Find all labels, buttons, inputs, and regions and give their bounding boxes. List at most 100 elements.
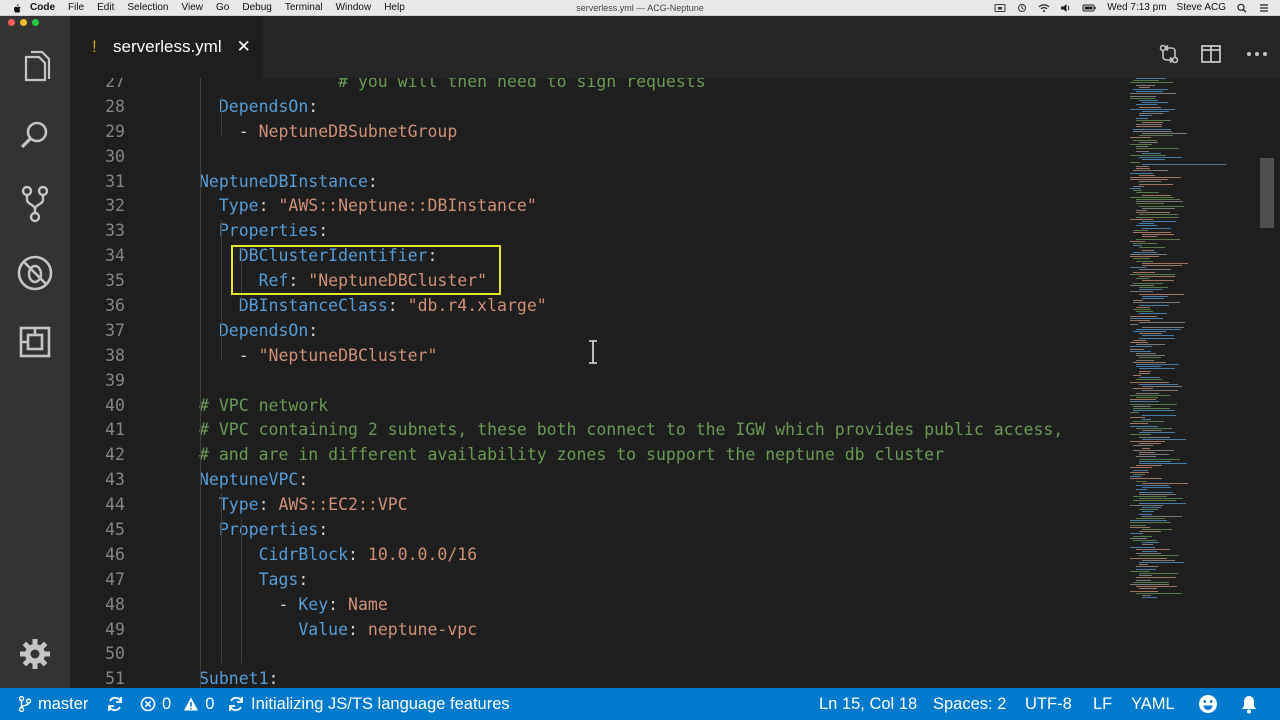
code-text[interactable]: Properties: [199, 219, 328, 244]
code-line[interactable]: 39 [70, 369, 1130, 394]
code-lines[interactable]: 27 # you will then need to sign requests… [70, 78, 1130, 688]
zoom-window-button[interactable] [32, 19, 39, 26]
code-line[interactable]: 47 Tags: [70, 568, 1130, 593]
code-line[interactable]: 29 - NeptuneDBSubnetGroup [70, 120, 1130, 145]
sync-button[interactable] [106, 688, 124, 720]
code-text[interactable]: Properties: [199, 518, 328, 543]
volume-icon[interactable] [1060, 3, 1072, 13]
source-control-icon[interactable] [14, 183, 56, 225]
feedback-smiley-icon[interactable] [1198, 688, 1218, 720]
clock[interactable]: Wed 7:13 pm [1107, 2, 1166, 13]
code-line[interactable]: 30 [70, 145, 1130, 170]
code-line[interactable]: 46 CidrBlock: 10.0.0.0/16 [70, 543, 1130, 568]
minimize-window-button[interactable] [20, 19, 27, 26]
problems-indicator[interactable]: 0 0 [140, 688, 214, 720]
code-text[interactable]: # you will then need to sign requests [199, 78, 706, 95]
code-text[interactable]: NeptuneVPC: [199, 468, 308, 493]
code-line[interactable]: 42 # and are in different availability zo… [70, 443, 1130, 468]
language-mode[interactable]: YAML [1131, 688, 1175, 720]
spotlight-search-icon[interactable] [1236, 3, 1248, 13]
code-line[interactable]: 51 Subnet1: [70, 667, 1130, 688]
code-text[interactable]: # and are in different availability zone… [199, 443, 944, 468]
code-text[interactable]: DependsOn: [199, 319, 318, 344]
menu-debug[interactable]: Debug [242, 2, 271, 13]
code-text[interactable]: Tags: [199, 568, 309, 593]
more-actions-icon[interactable] [1245, 42, 1269, 66]
code-text[interactable]: Type: "AWS::Neptune::DBInstance" [199, 194, 537, 219]
code-line[interactable]: 28 DependsOn: [70, 95, 1130, 120]
code-text[interactable]: # VPC network [199, 394, 328, 419]
branch-indicator[interactable]: master [18, 688, 88, 720]
notifications-bell-icon[interactable] [1240, 688, 1258, 720]
code-editor[interactable]: 27 # you will then need to sign requests… [70, 78, 1280, 688]
code-line[interactable]: 32 Type: "AWS::Neptune::DBInstance" [70, 194, 1130, 219]
code-line[interactable]: 35 Ref: "NeptuneDBCluster" [70, 269, 1130, 294]
menu-view[interactable]: View [182, 2, 204, 13]
code-text[interactable]: - "NeptuneDBCluster" [199, 344, 438, 369]
code-text[interactable]: # VPC containing 2 subnets, these both c… [199, 418, 1063, 443]
battery-icon[interactable] [1082, 3, 1097, 13]
indentation-setting[interactable]: Spaces: 2 [933, 688, 1006, 720]
code-line[interactable]: 33 Properties: [70, 219, 1130, 244]
minimap[interactable] [1130, 78, 1250, 599]
notification-center-icon[interactable] [1258, 3, 1270, 13]
encoding-setting[interactable]: UTF-8 [1025, 688, 1072, 720]
code-token: : [318, 221, 329, 241]
task-status[interactable]: Initializing JS/TS language features [227, 688, 510, 720]
apple-logo-icon[interactable] [12, 3, 22, 13]
menu-go[interactable]: Go [216, 2, 229, 13]
debug-icon[interactable] [14, 252, 56, 294]
code-line[interactable]: 27 # you will then need to sign requests [70, 78, 1130, 95]
menu-selection[interactable]: Selection [127, 2, 168, 13]
editor-scrollbar-thumb[interactable] [1260, 158, 1274, 228]
code-line[interactable]: 48 - Key: Name [70, 593, 1130, 618]
menu-file[interactable]: File [68, 2, 84, 13]
code-text[interactable]: DBInstanceClass: "db.r4.xlarge" [199, 294, 547, 319]
code-text[interactable]: DBClusterIdentifier: [199, 244, 438, 269]
code-text[interactable]: Type: AWS::EC2::VPC [199, 493, 408, 518]
search-icon[interactable] [14, 114, 56, 156]
code-text[interactable]: Ref: "NeptuneDBCluster" [199, 269, 488, 294]
code-line[interactable]: 37 DependsOn: [70, 319, 1130, 344]
code-line[interactable]: 38 - "NeptuneDBCluster" [70, 344, 1130, 369]
code-line[interactable]: 41 # VPC containing 2 subnets, these both… [70, 418, 1130, 443]
code-text[interactable]: Subnet1: [199, 667, 278, 688]
menu-window[interactable]: Window [336, 2, 372, 13]
eol-setting[interactable]: LF [1093, 688, 1112, 720]
code-line[interactable]: 49 Value: neptune-vpc [70, 618, 1130, 643]
split-editor-icon[interactable] [1199, 42, 1223, 66]
menu-terminal[interactable]: Terminal [285, 2, 323, 13]
code-line[interactable]: 31 NeptuneDBInstance: [70, 170, 1130, 195]
menu-edit[interactable]: Edit [97, 2, 114, 13]
menu-app[interactable]: Code [30, 2, 55, 13]
open-changes-icon[interactable] [1157, 42, 1181, 66]
minimap-line [1139, 555, 1179, 557]
tab-serverless-yml[interactable]: ! serverless.yml ✕ [70, 16, 263, 78]
code-line[interactable]: 43 NeptuneVPC: [70, 468, 1130, 493]
code-text[interactable]: NeptuneDBInstance: [199, 170, 378, 195]
code-line[interactable]: 40 # VPC network [70, 394, 1130, 419]
sync-status-icon[interactable] [1016, 3, 1028, 13]
extensions-icon[interactable] [14, 321, 56, 363]
code-text[interactable]: - Key: Name [199, 593, 387, 618]
code-line[interactable]: 34 DBClusterIdentifier: [70, 244, 1130, 269]
close-window-button[interactable] [8, 19, 15, 26]
explorer-icon[interactable] [14, 46, 56, 88]
code-text[interactable]: - NeptuneDBSubnetGroup [199, 120, 458, 145]
cursor-position[interactable]: Ln 15, Col 18 [819, 688, 917, 720]
tab-filename[interactable]: serverless.yml [113, 37, 222, 57]
code-text[interactable]: DependsOn: [199, 95, 318, 120]
minimap-line [1130, 346, 1153, 348]
user-name[interactable]: Steve ACG [1177, 2, 1226, 13]
code-line[interactable]: 45 Properties: [70, 518, 1130, 543]
code-line[interactable]: 36 DBInstanceClass: "db.r4.xlarge" [70, 294, 1130, 319]
tab-close-icon[interactable]: ✕ [237, 37, 251, 57]
manage-gear-icon[interactable] [14, 633, 56, 675]
wifi-icon[interactable] [1038, 3, 1050, 13]
screen-mirror-icon[interactable] [994, 3, 1006, 13]
menu-help[interactable]: Help [384, 2, 405, 13]
minimap-line [1136, 150, 1149, 152]
code-line[interactable]: 44 Type: AWS::EC2::VPC [70, 493, 1130, 518]
code-line[interactable]: 50 [70, 642, 1130, 667]
minimap-line [1130, 172, 1153, 174]
